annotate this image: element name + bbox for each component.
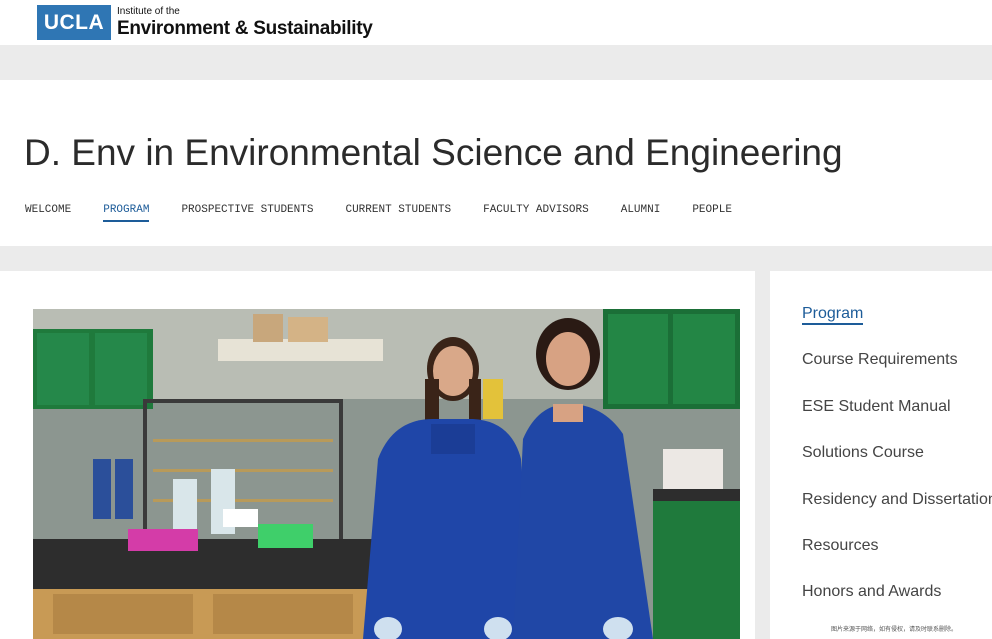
sidebar-item-course-requirements[interactable]: Course Requirements (802, 351, 992, 397)
page-title: D. Env in Environmental Science and Engi… (24, 132, 843, 173)
site-header: UCLA Institute of the Environment & Sust… (0, 0, 992, 45)
sidebar-item-label: Residency and Dissertation (802, 490, 992, 508)
sidebar-nav: Program Course Requirements ESE Student … (802, 305, 992, 630)
tab-faculty-advisors[interactable]: FACULTY ADVISORS (483, 204, 589, 222)
sidebar-item-honors-awards[interactable]: Honors and Awards (802, 583, 992, 629)
tab-alumni[interactable]: ALUMNI (621, 204, 661, 222)
ucla-logo-mark: UCLA (37, 5, 111, 40)
sidebar-item-label: Resources (802, 536, 879, 554)
sidebar-item-label: Program (802, 305, 864, 325)
tab-welcome[interactable]: WELCOME (25, 204, 71, 222)
tab-current-students[interactable]: CURRENT STUDENTS (345, 204, 451, 222)
sidebar-item-resources[interactable]: Resources (802, 537, 992, 583)
sidebar-item-label: ESE Student Manual (802, 397, 951, 415)
lab-photo-illustration (33, 309, 740, 639)
sidebar-item-label: Solutions Course (802, 444, 924, 462)
sidebar-item-ese-student-manual[interactable]: ESE Student Manual (802, 398, 992, 444)
logo-text: Institute of the Environment & Sustainab… (117, 6, 373, 39)
sidebar: Program Course Requirements ESE Student … (770, 271, 992, 639)
sidebar-item-label: Course Requirements (802, 351, 958, 369)
nav-spacer-band (0, 45, 992, 80)
tab-program[interactable]: PROGRAM (103, 204, 150, 222)
logo-subtitle: Institute of the (117, 6, 180, 17)
sidebar-item-label: Honors and Awards (802, 583, 942, 601)
watermark-text: 图片来源于网络，如有侵权，请及时联系删除。 (831, 627, 958, 633)
sidebar-item-residency-dissertation[interactable]: Residency and Dissertation (802, 491, 992, 537)
tab-people[interactable]: PEOPLE (692, 204, 732, 222)
main-content (0, 271, 755, 639)
program-tabs: WELCOME PROGRAM PROSPECTIVE STUDENTS CUR… (25, 204, 764, 222)
sidebar-item-solutions-course[interactable]: Solutions Course (802, 444, 992, 490)
page-header: D. Env in Environmental Science and Engi… (0, 80, 992, 246)
sidebar-item-program[interactable]: Program (802, 305, 992, 351)
logo-name: Environment & Sustainability (117, 18, 373, 39)
tab-prospective-students[interactable]: PROSPECTIVE STUDENTS (181, 204, 313, 222)
ucla-ioes-logo[interactable]: UCLA Institute of the Environment & Sust… (37, 5, 373, 40)
lab-photo (33, 309, 740, 639)
